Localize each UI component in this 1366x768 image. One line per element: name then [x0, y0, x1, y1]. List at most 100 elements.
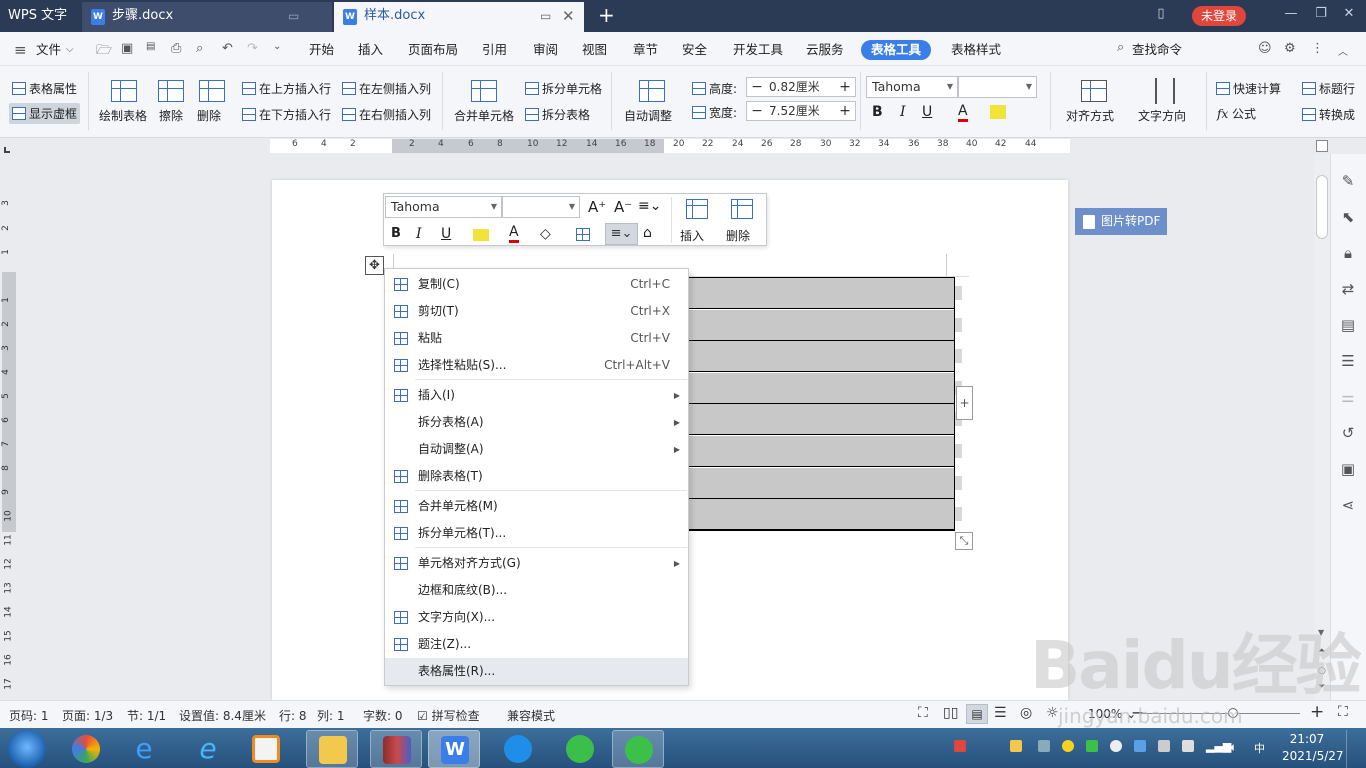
tab-stop-icon[interactable]	[4, 147, 10, 153]
mini-font-combo[interactable]: Tahoma ▼	[385, 196, 502, 218]
tray-wechat-icon[interactable]	[1110, 740, 1122, 752]
font-color-icon[interactable]: A	[958, 103, 968, 122]
text-direction-button[interactable]: 文字方向	[1138, 107, 1186, 124]
tray-printer-icon[interactable]	[1158, 740, 1170, 752]
mini-align-icon[interactable]: ≡⌄	[605, 223, 638, 245]
insert-row-above-button[interactable]: 在上方插入行	[242, 80, 331, 97]
table-row[interactable]	[677, 372, 954, 404]
context-menu-item[interactable]: 拆分单元格(T)...	[385, 520, 688, 547]
table-move-handle-icon[interactable]: ✥	[365, 256, 384, 275]
taskbar-winrar[interactable]	[370, 730, 422, 768]
tray-shield-icon[interactable]	[1134, 740, 1146, 752]
delete-button[interactable]: 删除	[197, 107, 221, 124]
restore-icon[interactable]: ❐	[1310, 6, 1332, 21]
fit-page-icon[interactable]: ⛶	[1338, 704, 1348, 720]
decrease-height-button[interactable]: −	[747, 78, 767, 96]
tray-volume-icon[interactable]: 🔈︎	[1230, 740, 1242, 754]
table-properties-button[interactable]: 表格属性	[12, 80, 77, 97]
context-menu-item[interactable]: 表格属性(R)...	[385, 658, 688, 685]
menu-developer[interactable]: 开发工具	[733, 40, 783, 60]
increase-height-button[interactable]: +	[835, 78, 855, 96]
context-menu-item[interactable]: 复制(C) Ctrl+C	[385, 271, 688, 298]
add-column-button[interactable]: +	[956, 386, 973, 420]
menu-view[interactable]: 视图	[582, 40, 607, 60]
align-button[interactable]: 对齐方式	[1066, 107, 1114, 124]
status-word-count[interactable]: 字数: 0	[363, 707, 403, 724]
table-row[interactable]	[677, 467, 954, 499]
decrease-width-button[interactable]: −	[747, 102, 767, 120]
menu-insert[interactable]: 插入	[358, 40, 383, 60]
formula-button[interactable]: fx 公式	[1217, 105, 1256, 122]
table-resize-handle-icon[interactable]: ⤡	[955, 532, 973, 550]
mini-bold-icon[interactable]: B	[391, 226, 401, 241]
status-setting[interactable]: 设置值: 8.4厘米	[179, 707, 266, 724]
login-button[interactable]: 未登录	[1192, 6, 1246, 26]
split-cells-button[interactable]: 拆分单元格	[525, 80, 602, 97]
mini-delete-button[interactable]: 删除	[726, 227, 750, 244]
bold-icon[interactable]: B	[872, 104, 883, 120]
tray-security-icon[interactable]	[1086, 740, 1098, 752]
mini-borders-icon[interactable]	[576, 228, 590, 241]
more-options-icon[interactable]: ⋮	[1311, 41, 1324, 56]
menu-security[interactable]: 安全	[682, 40, 707, 60]
menu-cloud[interactable]: 云服务	[806, 40, 844, 60]
close-window-icon[interactable]: ✕	[1338, 6, 1360, 21]
print-preview-icon[interactable]: ⌕	[196, 41, 203, 56]
draw-table-button[interactable]: 绘制表格	[99, 107, 147, 124]
line-spacing-icon[interactable]: ≡⌄	[638, 198, 661, 214]
context-menu-item[interactable]: 粘贴 Ctrl+V	[385, 325, 688, 352]
gear-icon[interactable]: ⚙	[1284, 41, 1296, 56]
menu-review[interactable]: 审阅	[533, 40, 558, 60]
menu-references[interactable]: 引用	[482, 40, 507, 60]
outline-icon[interactable]: ☰	[1337, 350, 1359, 372]
pen-icon[interactable]: ✎	[1337, 170, 1359, 192]
table-row[interactable]	[677, 309, 954, 341]
width-value[interactable]: 7.52厘米	[769, 102, 820, 120]
taskbar-explorer[interactable]	[306, 730, 358, 768]
menu-table-style[interactable]: 表格样式	[951, 40, 1001, 60]
highlight-icon[interactable]	[990, 105, 1006, 119]
taskbar-wps[interactable]: W	[428, 730, 480, 768]
split-table-button[interactable]: 拆分表格	[525, 106, 590, 123]
table-row[interactable]	[677, 499, 954, 531]
menu-home[interactable]: 开始	[309, 40, 334, 60]
font-size-combo[interactable]: ▼	[958, 76, 1037, 98]
scrollbar-thumb[interactable]	[1316, 175, 1328, 239]
collapse-ribbon-icon[interactable]: ︿	[1338, 43, 1348, 58]
table-row[interactable]	[677, 436, 954, 467]
taskbar-360[interactable]	[554, 730, 606, 768]
context-menu-item[interactable]: 选择性粘贴(S)... Ctrl+Alt+V	[385, 352, 688, 379]
outline-view-icon[interactable]: ☰	[994, 705, 1007, 721]
table-row[interactable]	[677, 278, 954, 309]
pdf-export-icon[interactable]: ▤	[146, 41, 155, 52]
zoom-in-icon[interactable]: +	[1310, 702, 1324, 722]
insert-row-below-button[interactable]: 在下方插入行	[242, 106, 331, 123]
show-gridlines-button[interactable]: 显示虚框	[9, 103, 81, 124]
eye-protect-icon[interactable]: ☼	[1046, 705, 1059, 721]
mini-underline-icon[interactable]: U	[441, 226, 451, 242]
mini-italic-icon[interactable]: I	[416, 226, 422, 242]
quick-calc-button[interactable]: 快速计算	[1216, 80, 1281, 97]
cursor-icon[interactable]: ⬉	[1337, 206, 1359, 228]
share-doc-icon[interactable]: ⇄	[1337, 278, 1359, 300]
feedback-icon[interactable]: ☺	[1258, 41, 1272, 56]
backup-icon[interactable]: ▣	[1337, 458, 1359, 480]
image-to-pdf-button[interactable]: 图片转PDF	[1075, 208, 1167, 235]
context-menu-item[interactable]: 自动调整(A) ▶	[385, 436, 688, 463]
mini-highlight-icon[interactable]	[473, 229, 489, 241]
new-tab-icon[interactable]: +	[598, 4, 615, 26]
width-spinner[interactable]: − 7.52厘米 +	[746, 101, 856, 121]
status-page-number[interactable]: 页码: 1	[9, 707, 49, 724]
minimize-icon[interactable]: —	[1280, 6, 1302, 21]
tab-steps-docx[interactable]: W 步骤.docx ▭	[82, 2, 332, 32]
increase-width-button[interactable]: +	[835, 102, 855, 120]
taskbar-video[interactable]	[240, 730, 292, 768]
tray-battery-icon[interactable]	[1010, 740, 1022, 752]
status-section[interactable]: 节: 1/1	[127, 707, 166, 724]
taskbar-ie2[interactable]: e	[182, 730, 234, 768]
windows-start-icon[interactable]	[8, 730, 46, 768]
adjust-icon[interactable]: ⚌	[1337, 386, 1359, 408]
taskbar-ie[interactable]: e	[118, 730, 170, 768]
mini-insert-button[interactable]: 插入	[680, 227, 704, 244]
close-icon[interactable]: ✕	[562, 2, 575, 30]
